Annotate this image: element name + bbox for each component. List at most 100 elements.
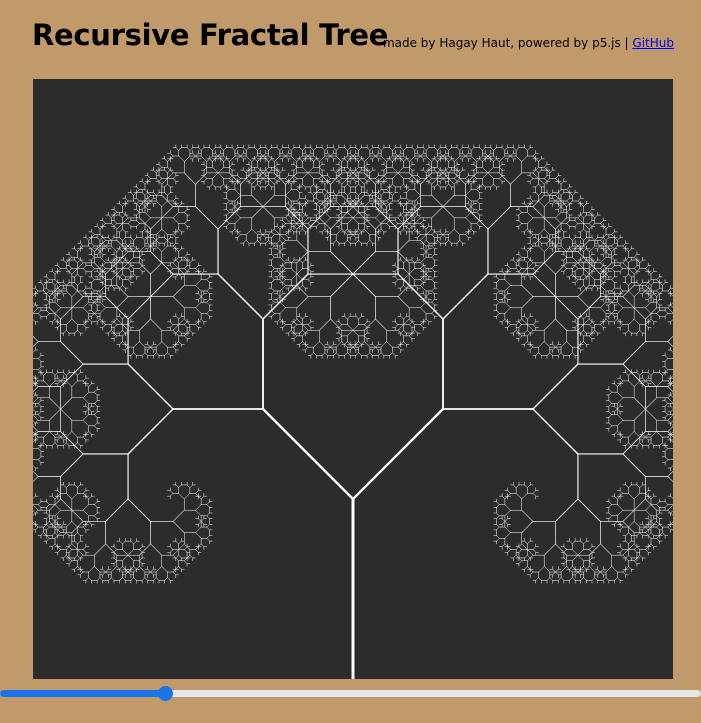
tree-branch <box>318 172 331 185</box>
tree-branch <box>583 318 590 325</box>
tree-branch <box>667 290 671 295</box>
tree-branch <box>335 341 343 348</box>
tree-branch <box>338 175 343 179</box>
tree-branch <box>611 290 615 294</box>
tree-branch <box>414 195 421 202</box>
tree-branch <box>468 206 472 210</box>
tree-branch <box>543 566 551 573</box>
tree-branch <box>532 265 537 269</box>
tree-branch <box>566 189 570 193</box>
tree-branch <box>667 380 671 384</box>
tree-branch <box>619 265 624 269</box>
tree-branch <box>588 549 593 553</box>
tree-branch <box>594 330 598 334</box>
tree-branch <box>271 279 275 283</box>
tree-branch <box>299 315 303 320</box>
tree-branch <box>642 436 646 441</box>
tree-branch <box>647 296 652 300</box>
tree-branch <box>304 152 309 157</box>
tree-branch <box>647 543 652 547</box>
tree-branch <box>650 296 655 300</box>
tree-branch <box>414 330 418 334</box>
tree-branch <box>639 282 643 286</box>
tree-branch <box>403 285 407 289</box>
tree-branch <box>617 383 621 387</box>
tree-branch <box>400 214 404 219</box>
tree-branch <box>279 318 284 323</box>
github-link[interactable]: GitHub <box>632 36 674 50</box>
tree-branch <box>465 234 469 238</box>
tree-branch <box>656 504 660 508</box>
tree-branch <box>302 228 306 233</box>
tree-branch <box>476 211 480 216</box>
tree-branch <box>608 389 612 393</box>
tree-branch <box>608 501 612 505</box>
tree-branch <box>248 167 253 171</box>
tree-branch <box>552 245 556 250</box>
tree-branch <box>501 521 506 525</box>
tree-branch <box>572 273 576 278</box>
tree-branch <box>397 296 410 309</box>
tree-branch <box>372 152 376 157</box>
tree-branch <box>507 265 511 269</box>
tree-branch <box>656 279 660 283</box>
tree-branch <box>437 169 441 174</box>
tree-branch <box>431 268 435 272</box>
tree-branch <box>608 403 612 407</box>
tree-branch <box>330 155 334 160</box>
tree-branch <box>600 276 604 280</box>
tree-branch <box>425 155 432 162</box>
tree-branch <box>282 324 286 328</box>
tree-branch <box>364 332 368 337</box>
tree-branch <box>386 197 390 202</box>
tree-branch <box>408 164 413 168</box>
tree-branch <box>392 158 396 162</box>
tree-branch <box>507 155 511 160</box>
tree-branch <box>338 321 342 325</box>
tree-branch <box>363 178 368 182</box>
tree-branch <box>448 169 452 174</box>
tree-branch <box>617 405 621 410</box>
tree-branch <box>406 200 410 205</box>
tree-branch <box>338 211 342 216</box>
tree-branch <box>377 228 382 233</box>
tree-branch <box>538 192 542 196</box>
tree-branch <box>442 152 447 157</box>
tree-branch <box>442 273 489 320</box>
tree-branch <box>431 234 435 238</box>
tree-branch <box>338 164 343 168</box>
tree-branch <box>633 318 641 325</box>
tree-branch <box>617 509 624 517</box>
tree-branch <box>363 164 368 168</box>
tree-branch <box>425 240 430 244</box>
tree-branch <box>569 237 573 241</box>
tree-branch <box>465 175 469 179</box>
tree-branch <box>588 245 596 252</box>
tree-branch <box>577 200 581 205</box>
tree-branch <box>566 186 570 190</box>
tree-branch <box>527 228 531 233</box>
tree-branch <box>667 336 673 342</box>
tree-branch <box>420 324 424 328</box>
tree-branch <box>583 566 587 570</box>
tree-branch <box>439 231 444 235</box>
tree-branch <box>448 240 452 244</box>
tree-branch <box>622 245 626 250</box>
tree-branch <box>330 152 334 157</box>
tree-branch <box>518 335 522 339</box>
tree-branch <box>324 228 329 233</box>
tree-branch <box>318 167 323 171</box>
tree-branch <box>389 352 393 356</box>
tree-branch <box>456 169 461 174</box>
tree-branch <box>271 313 275 317</box>
tree-branch <box>625 330 629 334</box>
tree-branch <box>347 203 351 207</box>
tree-branch <box>279 248 284 252</box>
tree-branch <box>543 318 556 331</box>
tree-branch <box>555 175 559 179</box>
tree-branch <box>394 324 399 328</box>
tree-branch <box>633 397 646 410</box>
tree-branch <box>414 228 418 233</box>
tree-branch <box>625 442 629 446</box>
tree-branch <box>305 200 309 205</box>
